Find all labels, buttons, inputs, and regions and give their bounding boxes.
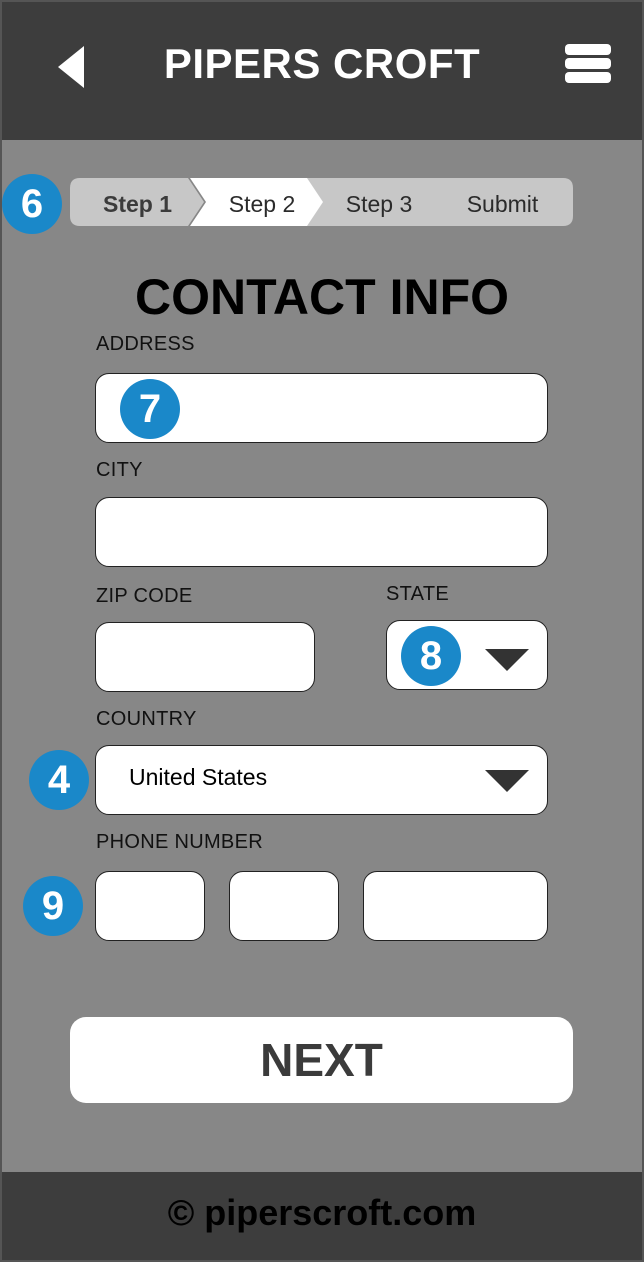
footer-bar: © piperscroft.com xyxy=(2,1172,642,1260)
city-label: CITY xyxy=(96,459,143,481)
country-select[interactable]: United States xyxy=(95,745,548,815)
next-button[interactable]: NEXT xyxy=(70,1017,573,1103)
annotation-marker-country: 4 xyxy=(29,750,89,810)
annotation-marker-address: 7 xyxy=(120,379,180,439)
step-2-tab[interactable]: Step 2 xyxy=(190,178,326,226)
state-label: STATE xyxy=(386,583,449,605)
top-app-bar: PIPERS CROFT xyxy=(2,2,642,140)
step-submit-label: Submit xyxy=(466,191,539,217)
zip-code-input[interactable] xyxy=(95,622,315,692)
annotation-marker-phone: 9 xyxy=(23,876,83,936)
address-label: ADDRESS xyxy=(96,333,195,355)
phone-line-number-input[interactable] xyxy=(363,871,548,941)
step-3-tab[interactable]: Step 3 xyxy=(307,178,443,226)
step-submit-tab[interactable]: Submit xyxy=(424,178,573,226)
step-2-label: Step 2 xyxy=(228,191,296,217)
dropdown-caret-icon xyxy=(485,770,529,792)
country-value: United States xyxy=(129,764,268,790)
menu-bar xyxy=(565,72,611,83)
footer-copyright[interactable]: © piperscroft.com xyxy=(2,1192,642,1234)
city-input[interactable] xyxy=(95,497,548,567)
app-title: PIPERS CROFT xyxy=(163,40,481,87)
menu-bar xyxy=(565,58,611,69)
step-1-label: Step 1 xyxy=(102,191,173,217)
phone-prefix-input[interactable] xyxy=(229,871,339,941)
menu-bar xyxy=(565,44,611,55)
annotation-marker-steps: 6 xyxy=(2,174,62,234)
annotation-marker-state: 8 xyxy=(401,626,461,686)
phone-number-label: PHONE NUMBER xyxy=(96,831,263,853)
step-3-label: Step 3 xyxy=(345,191,413,217)
step-progress-bar: Step 1 Step 2 Step 3 Submit xyxy=(70,178,573,226)
dropdown-caret-icon xyxy=(485,649,529,671)
step-1-tab[interactable]: Step 1 xyxy=(70,178,205,226)
country-label: COUNTRY xyxy=(96,708,197,730)
app-frame: PIPERS CROFT 6 Step 1 Step 2 Step 3 Subm… xyxy=(0,0,644,1262)
hamburger-menu-icon[interactable] xyxy=(565,44,611,86)
phone-area-code-input[interactable] xyxy=(95,871,205,941)
form-heading: CONTACT INFO xyxy=(134,269,510,325)
zip-code-label: ZIP CODE xyxy=(96,585,193,607)
